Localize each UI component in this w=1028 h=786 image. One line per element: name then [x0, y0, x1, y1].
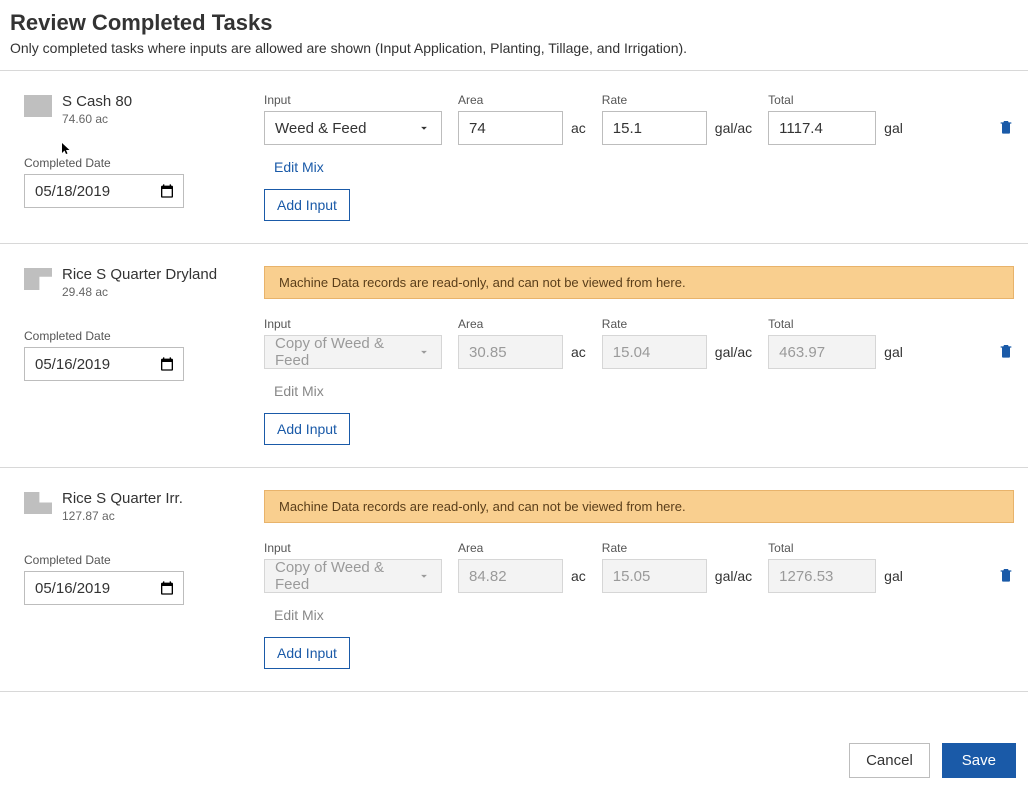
total-input: 1276.53: [768, 559, 876, 593]
calendar-icon[interactable]: [159, 580, 175, 596]
divider: [0, 691, 1028, 692]
area-input: 30.85: [458, 335, 563, 369]
cancel-button[interactable]: Cancel: [849, 743, 930, 778]
area-unit: ac: [571, 568, 586, 584]
input-select-value: Copy of Weed & Feed: [275, 559, 417, 593]
completed-date-input[interactable]: 05/16/2019: [24, 347, 184, 381]
completed-date-value: 05/16/2019: [35, 356, 110, 373]
delete-icon[interactable]: [998, 566, 1014, 587]
rate-unit: gal/ac: [715, 120, 752, 136]
delete-icon[interactable]: [998, 118, 1014, 139]
chevron-down-icon: [417, 121, 431, 135]
rate-label: Rate: [602, 541, 752, 555]
total-label: Total: [768, 541, 903, 555]
total-label: Total: [768, 317, 903, 331]
chevron-down-icon: [417, 345, 431, 359]
task-row: S Cash 80 74.60 ac Completed Date 05/18/…: [0, 70, 1028, 243]
field-acres: 74.60 ac: [62, 112, 132, 126]
field-shape-icon: [24, 268, 52, 290]
completed-date-label: Completed Date: [24, 329, 244, 343]
rate-label: Rate: [602, 317, 752, 331]
area-unit: ac: [571, 344, 586, 360]
input-select-value: Weed & Feed: [275, 120, 366, 137]
completed-date-value: 05/18/2019: [35, 183, 110, 200]
area-label: Area: [458, 317, 586, 331]
add-input-button[interactable]: Add Input: [264, 413, 350, 445]
save-button[interactable]: Save: [942, 743, 1016, 778]
area-label: Area: [458, 93, 586, 107]
area-input: 84.82: [458, 559, 563, 593]
rate-input[interactable]: 15.1: [602, 111, 707, 145]
field-shape-icon: [24, 492, 52, 514]
page-subtitle: Only completed tasks where inputs are al…: [10, 40, 1018, 56]
edit-mix-link: Edit Mix: [274, 383, 1014, 399]
completed-date-label: Completed Date: [24, 156, 244, 170]
field-name: Rice S Quarter Irr.: [62, 490, 183, 507]
add-input-button[interactable]: Add Input: [264, 637, 350, 669]
edit-mix-link[interactable]: Edit Mix: [274, 159, 1014, 175]
total-input[interactable]: 1117.4: [768, 111, 876, 145]
total-unit: gal: [884, 568, 903, 584]
chevron-down-icon: [417, 569, 431, 583]
add-input-button[interactable]: Add Input: [264, 189, 350, 221]
rate-unit: gal/ac: [715, 344, 752, 360]
input-select-value: Copy of Weed & Feed: [275, 335, 417, 369]
field-name: S Cash 80: [62, 93, 132, 110]
field-acres: 29.48 ac: [62, 285, 217, 299]
field-shape-icon: [24, 95, 52, 117]
total-unit: gal: [884, 120, 903, 136]
input-select: Copy of Weed & Feed: [264, 335, 442, 369]
area-label: Area: [458, 541, 586, 555]
input-label: Input: [264, 317, 442, 331]
rate-label: Rate: [602, 93, 752, 107]
field-acres: 127.87 ac: [62, 509, 183, 523]
rate-input: 15.04: [602, 335, 707, 369]
total-label: Total: [768, 93, 903, 107]
field-name: Rice S Quarter Dryland: [62, 266, 217, 283]
total-input: 463.97: [768, 335, 876, 369]
rate-unit: gal/ac: [715, 568, 752, 584]
input-label: Input: [264, 93, 442, 107]
rate-input: 15.05: [602, 559, 707, 593]
total-unit: gal: [884, 344, 903, 360]
page-title: Review Completed Tasks: [10, 10, 1018, 36]
edit-mix-link: Edit Mix: [274, 607, 1014, 623]
input-select: Copy of Weed & Feed: [264, 559, 442, 593]
completed-date-input[interactable]: 05/16/2019: [24, 571, 184, 605]
delete-icon[interactable]: [998, 342, 1014, 363]
calendar-icon[interactable]: [159, 183, 175, 199]
completed-date-value: 05/16/2019: [35, 580, 110, 597]
readonly-warning: Machine Data records are read-only, and …: [264, 490, 1014, 523]
task-row: Rice S Quarter Irr. 127.87 ac Completed …: [0, 467, 1028, 691]
area-input[interactable]: 74: [458, 111, 563, 145]
task-row: Rice S Quarter Dryland 29.48 ac Complete…: [0, 243, 1028, 467]
input-select[interactable]: Weed & Feed: [264, 111, 442, 145]
input-label: Input: [264, 541, 442, 555]
completed-date-label: Completed Date: [24, 553, 244, 567]
completed-date-input[interactable]: 05/18/2019: [24, 174, 184, 208]
area-unit: ac: [571, 120, 586, 136]
readonly-warning: Machine Data records are read-only, and …: [264, 266, 1014, 299]
calendar-icon[interactable]: [159, 356, 175, 372]
